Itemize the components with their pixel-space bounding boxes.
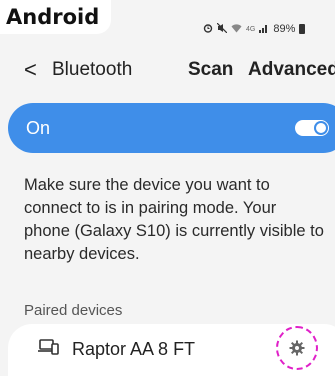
app-bar: < Bluetooth Scan Advanced (0, 52, 335, 88)
device-settings-button[interactable] (276, 326, 318, 370)
gear-icon (289, 340, 305, 356)
paired-devices-heading: Paired devices (24, 302, 123, 319)
mute-icon (216, 22, 228, 36)
laptop-phone-icon (38, 338, 60, 356)
switch-knob (314, 121, 328, 135)
scan-button[interactable]: Scan (188, 58, 233, 82)
brand-label: Android (0, 0, 112, 34)
alarm-icon (203, 23, 213, 36)
pairing-description: Make sure the device you want to connect… (24, 176, 324, 263)
page-title: Bluetooth (52, 59, 133, 80)
paired-device-row[interactable]: Raptor AA 8 FT (8, 324, 335, 376)
advanced-button[interactable]: Advanced (248, 58, 335, 82)
back-button[interactable]: < (24, 57, 37, 83)
toggle-label: On (26, 118, 51, 138)
device-name: Raptor AA 8 FT (72, 339, 196, 359)
battery-icon (299, 24, 306, 34)
bluetooth-toggle-row[interactable]: On (8, 103, 335, 153)
status-icons: 4G 89% (203, 22, 306, 36)
bluetooth-switch[interactable] (295, 120, 329, 136)
wifi-icon (231, 23, 242, 36)
status-bar: Android 4G 89% (0, 0, 335, 40)
lte-icon: 4G (246, 25, 256, 33)
battery-percent: 89% (273, 23, 296, 35)
signal-icon (259, 23, 269, 36)
